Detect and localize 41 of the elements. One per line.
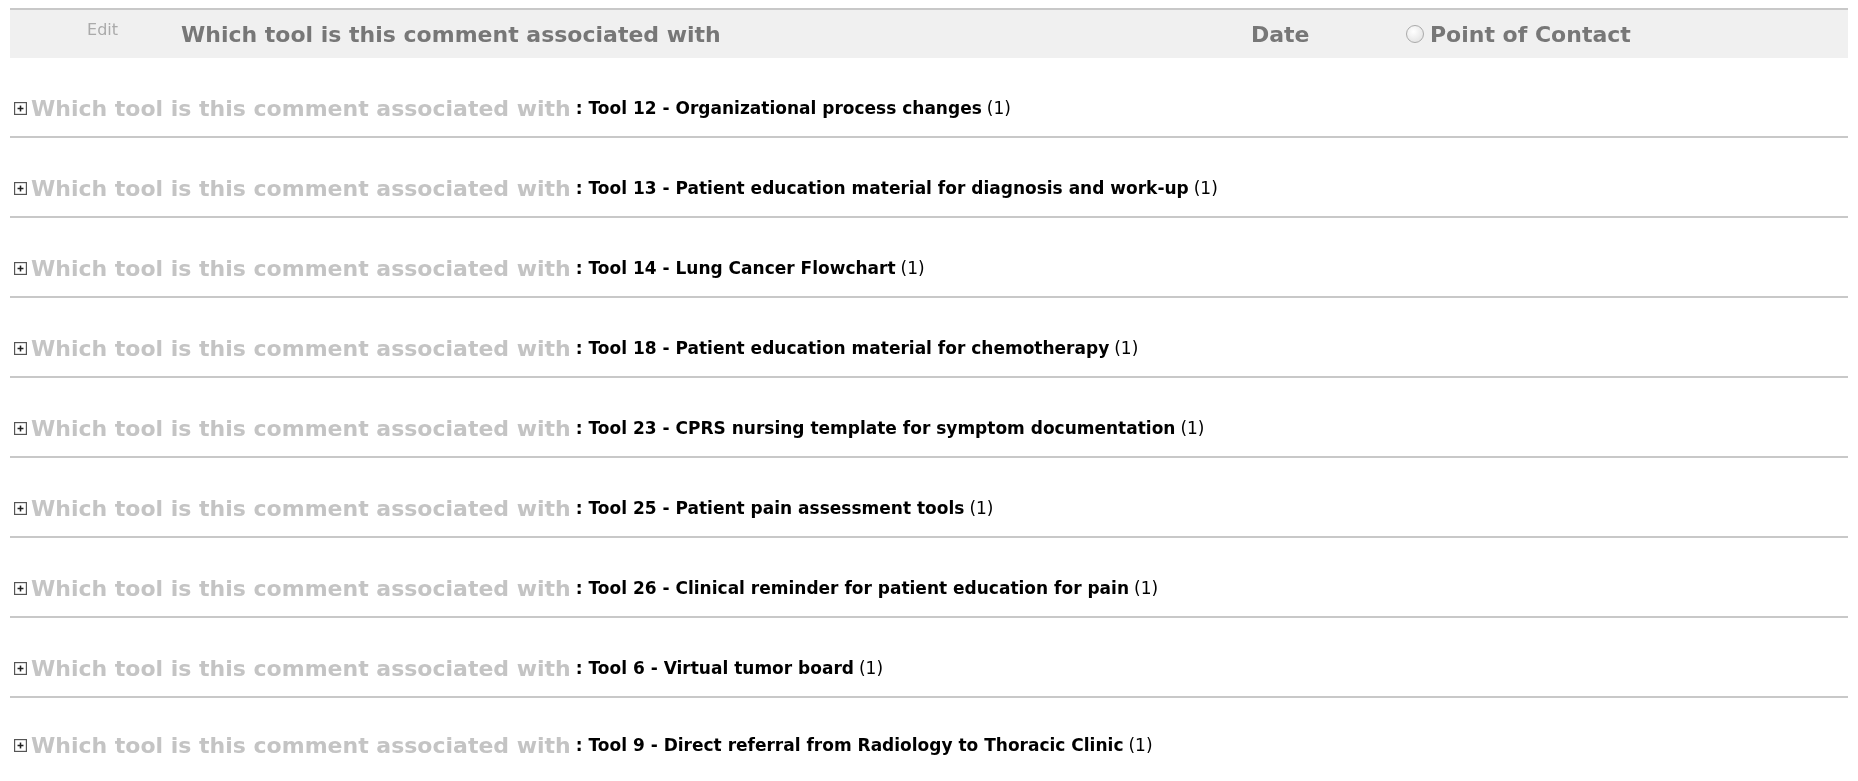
expand-icon[interactable] bbox=[14, 261, 27, 275]
item-count: (1) bbox=[1114, 338, 1139, 358]
group-label: Which tool is this comment associated with bbox=[31, 655, 571, 681]
column-heading[interactable]: Date bbox=[1251, 21, 1406, 47]
expand-icon[interactable] bbox=[14, 101, 27, 115]
group-value: : Tool 23 - CPRS nursing template for symptom documentation bbox=[575, 418, 1176, 438]
item-count: (1) bbox=[900, 258, 925, 278]
group-label: Which tool is this comment associated with bbox=[31, 575, 571, 601]
group-value: : Tool 13 - Patient education material for diagnosis and work-up bbox=[575, 178, 1189, 198]
item-count: (1) bbox=[859, 658, 884, 678]
item-count: (1) bbox=[1193, 178, 1218, 198]
radio-button[interactable] bbox=[1406, 25, 1424, 43]
group-label: Which tool is this comment associated with bbox=[31, 415, 571, 441]
item-count: (1) bbox=[1134, 578, 1159, 598]
expand-icon[interactable] bbox=[14, 421, 27, 435]
group-value: : Tool 12 - Organizational process changes bbox=[575, 98, 982, 118]
expand-icon[interactable] bbox=[14, 581, 27, 595]
item-count: (1) bbox=[1180, 418, 1205, 438]
edit-column-heading: Edit bbox=[86, 19, 119, 39]
expand-icon[interactable] bbox=[14, 501, 27, 515]
group-value: : Tool 14 - Lung Cancer Flowchart bbox=[575, 258, 896, 278]
group-label: Which tool is this comment associated with bbox=[31, 732, 571, 758]
item-count: (1) bbox=[969, 498, 994, 518]
item-count: (1) bbox=[1128, 735, 1153, 755]
item-count: (1) bbox=[986, 98, 1011, 118]
group-value: : Tool 18 - Patient education material for chemotherapy bbox=[575, 338, 1110, 358]
expand-icon[interactable] bbox=[14, 181, 27, 195]
expand-icon[interactable] bbox=[14, 738, 27, 752]
group-label: Which tool is this comment associated with bbox=[31, 335, 571, 361]
column-heading[interactable]: Point of Contact bbox=[1430, 21, 1631, 47]
group-value: : Tool 9 - Direct referral from Radiology to Thoracic Clinic bbox=[575, 735, 1124, 755]
group-label: Which tool is this comment associated with bbox=[31, 255, 571, 281]
group-value: : Tool 26 - Clinical reminder for patient education for pain bbox=[575, 578, 1129, 598]
group-label: Which tool is this comment associated with bbox=[31, 95, 571, 121]
expand-icon[interactable] bbox=[14, 341, 27, 355]
group-label: Which tool is this comment associated with bbox=[31, 495, 571, 521]
expand-icon[interactable] bbox=[14, 661, 27, 675]
column-heading[interactable]: Which tool is this comment associated with bbox=[181, 21, 1251, 47]
group-value: : Tool 25 - Patient pain assessment tools bbox=[575, 498, 965, 518]
group-label: Which tool is this comment associated with bbox=[31, 175, 571, 201]
group-value: : Tool 6 - Virtual tumor board bbox=[575, 658, 854, 678]
